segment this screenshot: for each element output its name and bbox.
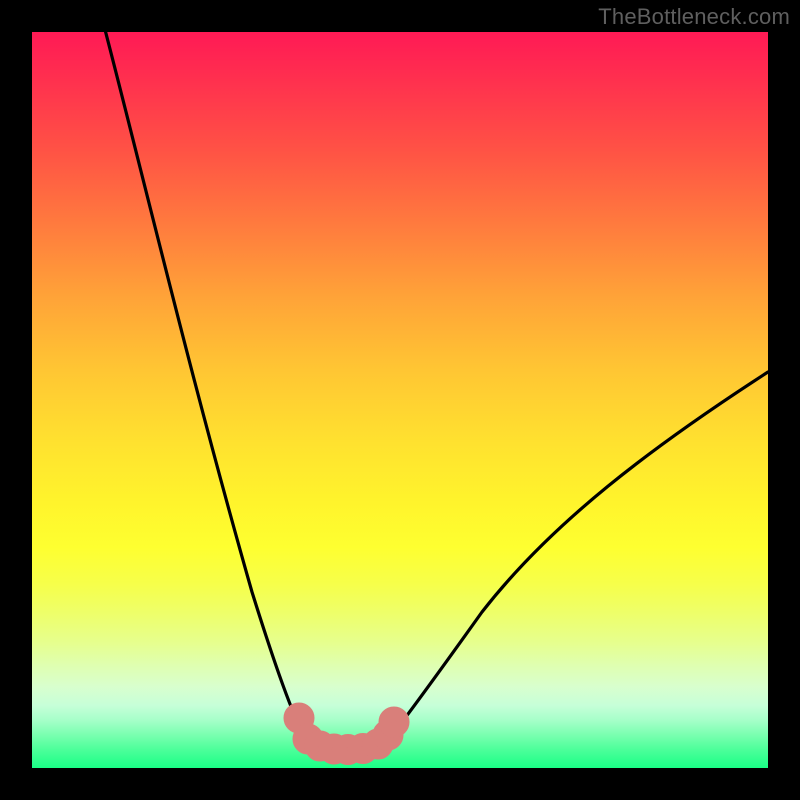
plot-area [32, 32, 768, 768]
left-descent-curve [106, 32, 305, 739]
right-ascent-curve [389, 372, 768, 739]
watermark-text: TheBottleneck.com [598, 4, 790, 30]
curve-layer [32, 32, 768, 768]
chart-frame: TheBottleneck.com [0, 0, 800, 800]
highlighted-segment [290, 709, 403, 759]
